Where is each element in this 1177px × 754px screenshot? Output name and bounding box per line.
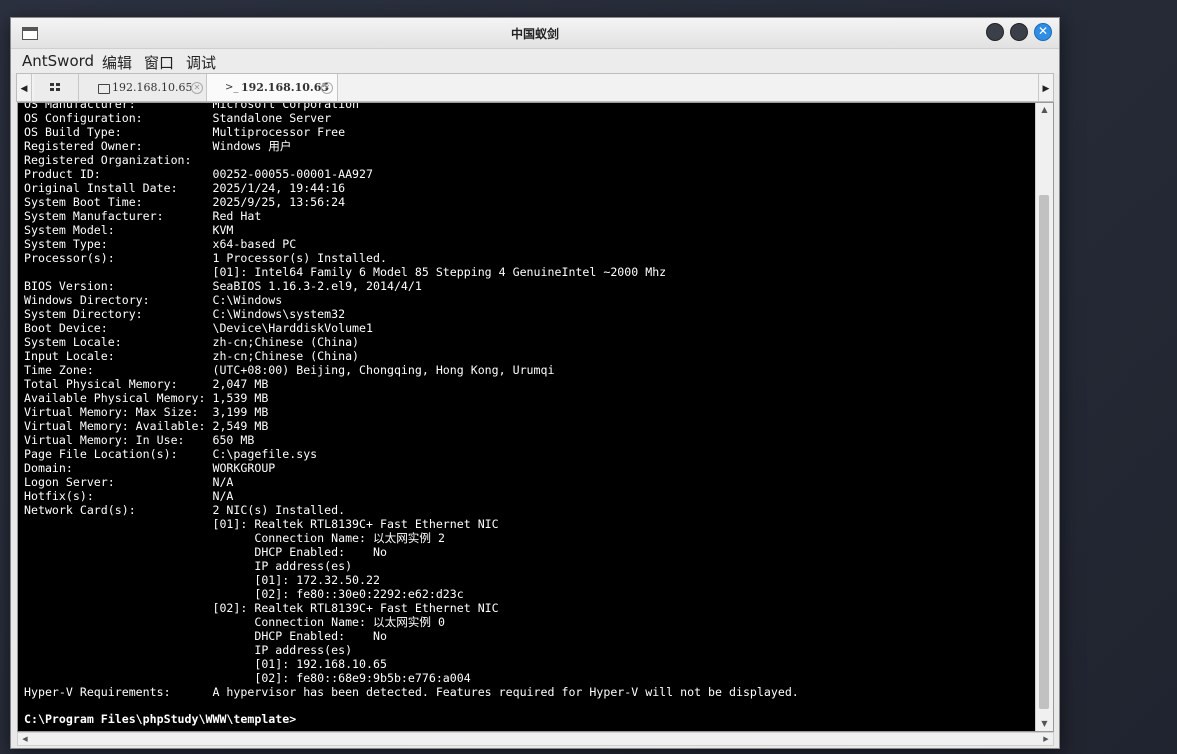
menu-antsword[interactable]: AntSword — [22, 52, 94, 70]
terminal-line: [01]: Realtek RTL8139C+ Fast Ethernet NI… — [24, 517, 499, 531]
terminal-line: Network Card(s): 2 NIC(s) Installed. — [24, 503, 346, 517]
tab-close-icon[interactable]: ✕ — [191, 82, 203, 94]
terminal-line: Page File Location(s): C:\pagefile.sys — [24, 447, 318, 461]
menu-bar: AntSword 编辑 窗口 调试 — [11, 49, 1059, 73]
terminal-line: Total Physical Memory: 2,047 MB — [24, 377, 269, 391]
menu-debug[interactable]: 调试 — [186, 52, 216, 73]
terminal-line: Virtual Memory: Max Size: 3,199 MB — [24, 405, 269, 419]
antsword-window: 中国蚁剑 ✕ AntSword 编辑 窗口 调试 ◀ 192.168.10.65… — [10, 17, 1060, 749]
folder-icon — [98, 84, 110, 94]
terminal-line: DHCP Enabled: No — [24, 629, 387, 643]
terminal-line: Time Zone: (UTC+08:00) Beijing, Chongqin… — [24, 363, 555, 377]
scrollbar-thumb[interactable] — [1039, 195, 1049, 709]
menu-edit[interactable]: 编辑 — [102, 52, 132, 73]
terminal-line: Windows Directory: C:\Windows — [24, 293, 283, 307]
terminal-line: System Boot Time: 2025/9/25, 13:56:24 — [24, 195, 346, 209]
terminal-output[interactable]: OS Manufacturer: Microsoft Corporation O… — [18, 103, 1036, 731]
scroll-right-icon[interactable]: ▶ — [1039, 733, 1053, 745]
terminal-line: Virtual Memory: Available: 2,549 MB — [24, 419, 269, 433]
maximize-button[interactable] — [1010, 23, 1028, 41]
terminal-line: Available Physical Memory: 1,539 MB — [24, 391, 269, 405]
minimize-button[interactable] — [986, 23, 1004, 41]
terminal-line: Product ID: 00252-00055-00001-AA927 — [24, 167, 374, 181]
terminal-line: Hyper-V Requirements: A hypervisor has b… — [24, 685, 799, 699]
terminal-line: System Type: x64-based PC — [24, 237, 297, 251]
terminal-icon: >_ — [225, 82, 239, 93]
horizontal-scrollbar[interactable]: ◀ ▶ — [17, 732, 1054, 746]
terminal-line: Connection Name: 以太网实例 0 — [24, 615, 445, 629]
title-bar[interactable]: 中国蚁剑 ✕ — [11, 18, 1059, 49]
terminal-line: [02]: Realtek RTL8139C+ Fast Ethernet NI… — [24, 601, 499, 615]
terminal-line: Domain: WORKGROUP — [24, 461, 276, 475]
terminal-line: DHCP Enabled: No — [24, 545, 387, 559]
scroll-down-icon[interactable]: ▼ — [1036, 717, 1053, 731]
window-title: 中国蚁剑 — [510, 27, 559, 41]
terminal-line: [01]: 192.168.10.65 — [24, 657, 387, 671]
tab-home[interactable] — [34, 74, 79, 101]
tab-scroll-left-icon[interactable]: ◀ — [17, 74, 32, 101]
scroll-up-icon[interactable]: ▲ — [1036, 103, 1053, 117]
vertical-scrollbar[interactable]: ▲ ▼ — [1035, 103, 1053, 731]
terminal-line: Hotfix(s): N/A — [24, 489, 234, 503]
terminal-line: Input Locale: zh-cn;Chinese (China) — [24, 349, 360, 363]
terminal-line: [02]: fe80::30e0:2292:e62:d23c — [24, 587, 464, 601]
terminal-line: Original Install Date: 2025/1/24, 19:44:… — [24, 181, 346, 195]
tab-bar: ◀ 192.168.10.65 ✕ >_ 192.168.10.65 ✕ ▶ — [16, 73, 1054, 102]
terminal-line: OS Configuration: Standalone Server — [24, 111, 332, 125]
terminal-line: Virtual Memory: In Use: 650 MB — [24, 433, 255, 447]
tab-close-icon[interactable]: ✕ — [321, 82, 333, 94]
terminal-line: [02]: fe80::68e9:9b5b:e776:a004 — [24, 671, 471, 685]
menu-window[interactable]: 窗口 — [144, 52, 174, 73]
terminal-line: Registered Organization: — [24, 153, 192, 167]
terminal-line: BIOS Version: SeaBIOS 1.16.3-2.el9, 2014… — [24, 279, 422, 293]
tab-file-manager[interactable]: 192.168.10.65 ✕ — [79, 74, 207, 101]
terminal-line: System Directory: C:\Windows\system32 — [24, 307, 346, 321]
close-button[interactable]: ✕ — [1034, 23, 1052, 41]
close-icon: ✕ — [1037, 24, 1049, 38]
terminal-line: System Manufacturer: Red Hat — [24, 209, 262, 223]
terminal-text: OS Manufacturer: Microsoft Corporation O… — [24, 103, 799, 699]
terminal-line: Logon Server: N/A — [24, 475, 234, 489]
grid-icon — [50, 83, 61, 92]
terminal-prompt[interactable]: C:\Program Files\phpStudy\WWW\template> — [24, 712, 296, 726]
tab-terminal[interactable]: >_ 192.168.10.65 ✕ — [207, 74, 338, 101]
terminal-line: System Model: KVM — [24, 223, 234, 237]
tab-scroll-right-icon[interactable]: ▶ — [1038, 74, 1053, 101]
terminal-line: [01]: Intel64 Family 6 Model 85 Stepping… — [24, 265, 667, 279]
terminal-line: IP address(es) — [24, 643, 353, 657]
terminal-panel[interactable]: OS Manufacturer: Microsoft Corporation O… — [17, 102, 1054, 732]
terminal-line: IP address(es) — [24, 559, 353, 573]
terminal-line: [01]: 172.32.50.22 — [24, 573, 380, 587]
terminal-line: System Locale: zh-cn;Chinese (China) — [24, 335, 360, 349]
tab-label: 192.168.10.65 — [241, 81, 330, 94]
terminal-line: Processor(s): 1 Processor(s) Installed. — [24, 251, 387, 265]
terminal-line: Registered Owner: Windows 用户 — [24, 139, 292, 153]
terminal-line: Connection Name: 以太网实例 2 — [24, 531, 445, 545]
terminal-line: OS Build Type: Multiprocessor Free — [24, 125, 346, 139]
tab-label: 192.168.10.65 — [112, 81, 193, 94]
terminal-line: OS Manufacturer: Microsoft Corporation — [24, 103, 360, 111]
scroll-left-icon[interactable]: ◀ — [18, 733, 32, 745]
terminal-line: Boot Device: \Device\HarddiskVolume1 — [24, 321, 374, 335]
